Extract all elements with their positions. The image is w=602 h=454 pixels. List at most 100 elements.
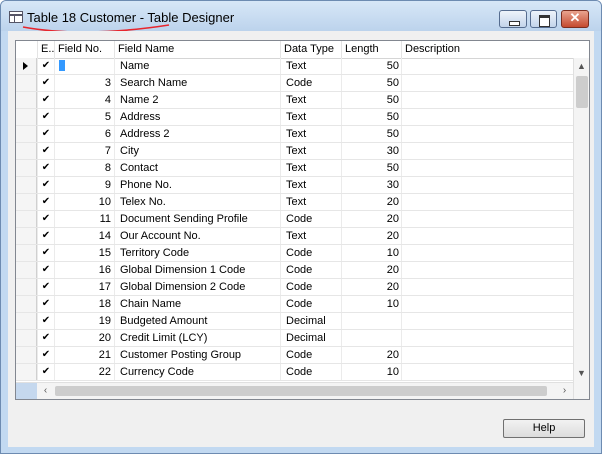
field-no-edit-selection[interactable] <box>59 60 65 71</box>
data-type-cell[interactable]: Text <box>280 228 341 244</box>
field-name-cell[interactable]: Budgeted Amount <box>114 313 280 329</box>
description-cell[interactable] <box>401 92 573 108</box>
length-cell[interactable] <box>341 313 401 329</box>
enabled-checkmark-icon[interactable]: ✔ <box>37 92 54 108</box>
table-row[interactable]: ✔ 3 Search Name Code 50 <box>16 75 573 92</box>
data-type-cell[interactable]: Text <box>280 126 341 142</box>
table-row[interactable]: ✔ 10 Telex No. Text 20 <box>16 194 573 211</box>
table-row[interactable]: ✔ 8 Contact Text 50 <box>16 160 573 177</box>
description-cell[interactable] <box>401 160 573 176</box>
field-no-cell[interactable]: 10 <box>54 194 114 210</box>
data-type-cell[interactable]: Code <box>280 75 341 91</box>
data-type-cell[interactable]: Code <box>280 211 341 227</box>
field-name-cell[interactable]: Contact <box>114 160 280 176</box>
enabled-checkmark-icon[interactable]: ✔ <box>37 211 54 227</box>
data-type-cell[interactable]: Code <box>280 279 341 295</box>
length-cell[interactable]: 20 <box>341 211 401 227</box>
description-cell[interactable] <box>401 143 573 159</box>
data-type-cell[interactable]: Code <box>280 364 341 380</box>
row-selector[interactable] <box>16 364 37 380</box>
header-description[interactable]: Description <box>401 41 573 58</box>
field-no-cell[interactable]: 20 <box>54 330 114 346</box>
table-row[interactable]: ✔ 20 Credit Limit (LCY) Decimal <box>16 330 573 347</box>
header-length[interactable]: Length <box>341 41 401 58</box>
enabled-checkmark-icon[interactable]: ✔ <box>37 228 54 244</box>
field-name-cell[interactable]: Document Sending Profile <box>114 211 280 227</box>
row-selector[interactable] <box>16 228 37 244</box>
table-row[interactable]: ✔ 18 Chain Name Code 10 <box>16 296 573 313</box>
vertical-scroll-thumb[interactable] <box>576 76 588 108</box>
table-row[interactable]: ✔ 21 Customer Posting Group Code 20 <box>16 347 573 364</box>
description-cell[interactable] <box>401 75 573 91</box>
enabled-checkmark-icon[interactable]: ✔ <box>37 194 54 210</box>
data-type-cell[interactable]: Text <box>280 177 341 193</box>
scroll-right-icon[interactable]: › <box>556 383 573 399</box>
row-selector[interactable] <box>16 347 37 363</box>
table-row[interactable]: ✔ 5 Address Text 50 <box>16 109 573 126</box>
row-selector[interactable] <box>16 296 37 312</box>
field-name-cell[interactable]: Chain Name <box>114 296 280 312</box>
field-no-cell[interactable]: 22 <box>54 364 114 380</box>
length-cell[interactable]: 20 <box>341 262 401 278</box>
header-row-selector[interactable] <box>16 41 37 58</box>
scroll-left-icon[interactable]: ‹ <box>37 383 54 399</box>
enabled-checkmark-icon[interactable]: ✔ <box>37 245 54 261</box>
field-no-cell[interactable]: 11 <box>54 211 114 227</box>
field-name-cell[interactable]: Global Dimension 1 Code <box>114 262 280 278</box>
enabled-checkmark-icon[interactable]: ✔ <box>37 364 54 380</box>
field-name-cell[interactable]: Credit Limit (LCY) <box>114 330 280 346</box>
table-row[interactable]: ✔ 14 Our Account No. Text 20 <box>16 228 573 245</box>
row-selector[interactable] <box>16 313 37 329</box>
table-row[interactable]: ✔ Name Text 50 <box>16 58 573 75</box>
row-selector[interactable] <box>16 109 37 125</box>
enabled-checkmark-icon[interactable]: ✔ <box>37 58 54 74</box>
description-cell[interactable] <box>401 194 573 210</box>
data-type-cell[interactable]: Decimal <box>280 330 341 346</box>
length-cell[interactable]: 20 <box>341 279 401 295</box>
description-cell[interactable] <box>401 347 573 363</box>
length-cell[interactable]: 20 <box>341 228 401 244</box>
field-name-cell[interactable]: Customer Posting Group <box>114 347 280 363</box>
data-type-cell[interactable]: Text <box>280 92 341 108</box>
data-type-cell[interactable]: Code <box>280 262 341 278</box>
description-cell[interactable] <box>401 262 573 278</box>
header-enabled[interactable]: E.. <box>37 41 54 58</box>
field-name-cell[interactable]: City <box>114 143 280 159</box>
description-cell[interactable] <box>401 279 573 295</box>
field-no-cell[interactable]: 6 <box>54 126 114 142</box>
table-row[interactable]: ✔ 4 Name 2 Text 50 <box>16 92 573 109</box>
enabled-checkmark-icon[interactable]: ✔ <box>37 262 54 278</box>
row-selector[interactable] <box>16 279 37 295</box>
row-selector[interactable] <box>16 330 37 346</box>
field-no-cell[interactable]: 3 <box>54 75 114 91</box>
row-selector[interactable] <box>16 177 37 193</box>
description-cell[interactable] <box>401 177 573 193</box>
enabled-checkmark-icon[interactable]: ✔ <box>37 160 54 176</box>
data-type-cell[interactable]: Decimal <box>280 313 341 329</box>
field-no-cell[interactable]: 9 <box>54 177 114 193</box>
data-type-cell[interactable]: Text <box>280 58 341 74</box>
length-cell[interactable]: 20 <box>341 347 401 363</box>
description-cell[interactable] <box>401 313 573 329</box>
field-no-cell[interactable]: 18 <box>54 296 114 312</box>
field-no-cell[interactable]: 16 <box>54 262 114 278</box>
length-cell[interactable]: 50 <box>341 109 401 125</box>
table-row[interactable]: ✔ 19 Budgeted Amount Decimal <box>16 313 573 330</box>
length-cell[interactable]: 20 <box>341 194 401 210</box>
length-cell[interactable]: 50 <box>341 58 401 74</box>
length-cell[interactable]: 50 <box>341 92 401 108</box>
field-name-cell[interactable]: Phone No. <box>114 177 280 193</box>
field-name-cell[interactable]: Address 2 <box>114 126 280 142</box>
enabled-checkmark-icon[interactable]: ✔ <box>37 279 54 295</box>
close-button[interactable]: ✕ <box>561 10 589 28</box>
field-name-cell[interactable]: Name <box>114 58 280 74</box>
data-type-cell[interactable]: Code <box>280 296 341 312</box>
data-type-cell[interactable]: Text <box>280 194 341 210</box>
field-no-cell[interactable]: 5 <box>54 109 114 125</box>
row-selector[interactable] <box>16 211 37 227</box>
field-no-cell[interactable]: 15 <box>54 245 114 261</box>
field-name-cell[interactable]: Our Account No. <box>114 228 280 244</box>
field-no-cell[interactable]: 4 <box>54 92 114 108</box>
data-type-cell[interactable]: Code <box>280 347 341 363</box>
length-cell[interactable]: 10 <box>341 296 401 312</box>
